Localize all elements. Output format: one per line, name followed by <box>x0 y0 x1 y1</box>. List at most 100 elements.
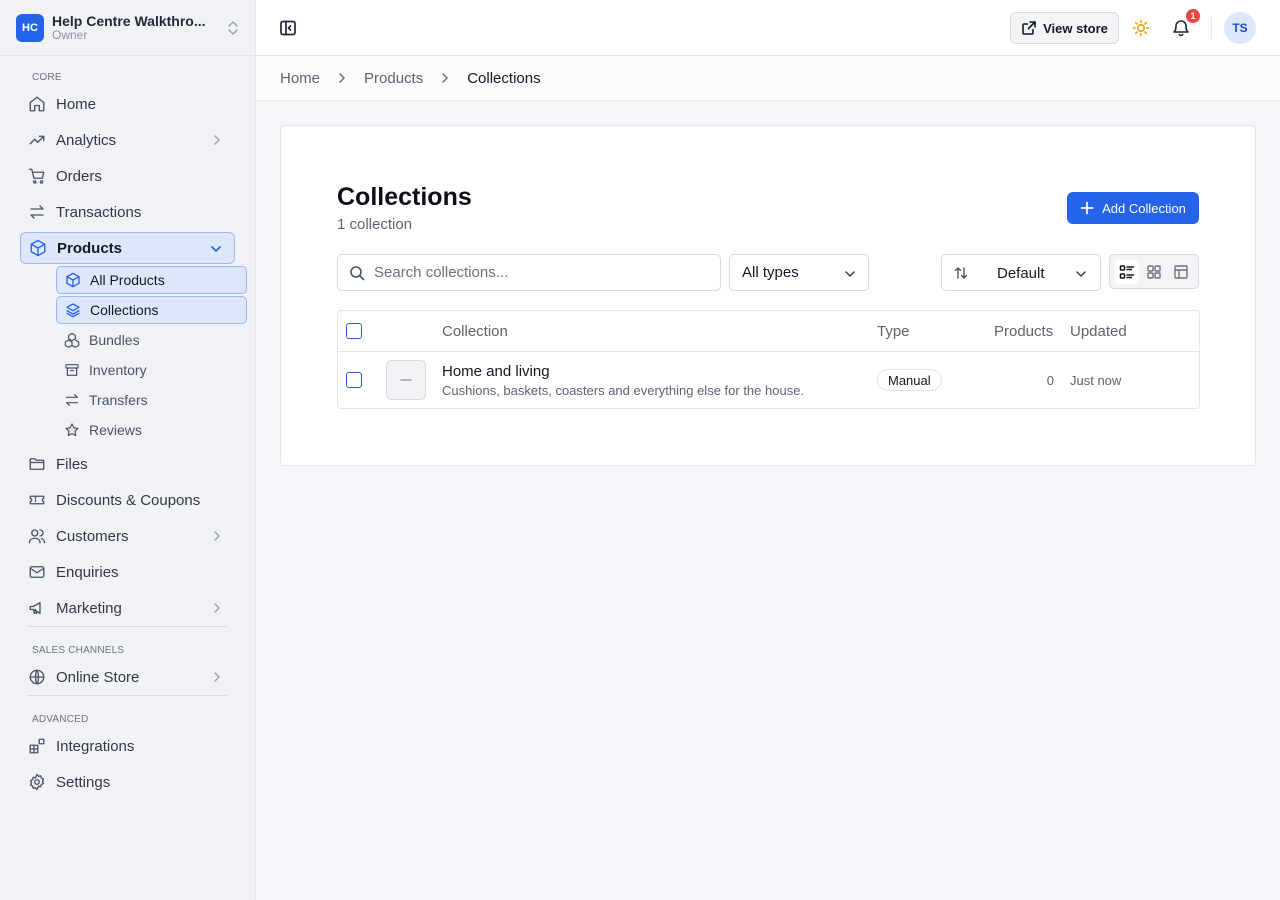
sidebar-subitem-label: All Products <box>90 272 165 288</box>
view-store-button[interactable]: View store <box>1010 12 1119 44</box>
sidebar-item-label: Orders <box>56 167 102 185</box>
column-header-type[interactable]: Type <box>877 323 910 340</box>
sidebar-item-products[interactable]: Products <box>20 232 235 264</box>
archive-icon <box>65 364 79 376</box>
sidebar-subitem-label: Collections <box>90 302 159 318</box>
store-switcher[interactable]: HC Help Centre Walkthro... Owner <box>16 8 244 48</box>
boxes-icon <box>64 332 80 348</box>
sidebar-subitem-label: Inventory <box>89 362 147 378</box>
chevron-up-down-icon <box>226 20 240 36</box>
grid-view-icon[interactable] <box>1142 260 1166 284</box>
trending-up-icon <box>29 135 45 145</box>
cart-icon <box>28 168 45 184</box>
sidebar-item-files[interactable]: Files <box>20 448 235 480</box>
sidebar-subitem-reviews[interactable]: Reviews <box>56 416 247 444</box>
sidebar-item-label: Marketing <box>56 599 122 617</box>
arrows-left-right-icon <box>30 205 44 219</box>
search-input[interactable] <box>374 264 694 281</box>
avatar[interactable]: TS <box>1224 12 1256 44</box>
sidebar-subitem-collections[interactable]: Collections <box>56 296 247 324</box>
arrows-left-right-icon <box>66 394 78 406</box>
topbar: View store 1 TS <box>256 0 1280 56</box>
sidebar-item-discounts[interactable]: Discounts & Coupons <box>20 484 235 516</box>
column-header-products[interactable]: Products <box>994 323 1053 340</box>
sidebar-subitem-inventory[interactable]: Inventory <box>56 356 247 384</box>
search-field <box>337 254 721 291</box>
chevron-right-icon <box>214 603 221 613</box>
chevron-right-icon <box>214 531 221 541</box>
layers-icon <box>66 303 80 318</box>
sidebar-subitem-label: Reviews <box>89 422 142 438</box>
sidebar-item-enquiries[interactable]: Enquiries <box>20 556 235 588</box>
collection-name[interactable]: Home and living <box>442 363 550 380</box>
package-icon <box>66 272 80 288</box>
collections-table: Collection Type Products Updated Home an… <box>337 310 1200 409</box>
sort-select[interactable]: Default <box>941 254 1101 291</box>
users-icon <box>28 529 46 544</box>
sidebar-subitem-label: Bundles <box>89 332 140 348</box>
sidebar-subitem-transfers[interactable]: Transfers <box>56 386 247 414</box>
page-title: Collections <box>337 183 472 211</box>
view-store-label: View store <box>1043 20 1108 36</box>
sidebar-item-label: Products <box>57 239 123 257</box>
sidebar-subitem-bundles[interactable]: Bundles <box>56 326 247 354</box>
select-all-checkbox[interactable] <box>346 323 362 339</box>
table-row[interactable]: Home and living Cushions, baskets, coast… <box>338 352 1199 408</box>
star-icon <box>65 423 79 437</box>
table-header: Collection Type Products Updated <box>338 311 1199 352</box>
sidebar-item-home[interactable]: Home <box>20 88 235 120</box>
chevron-down-icon <box>845 271 855 278</box>
sidebar-subitem-all-products[interactable]: All Products <box>56 266 247 294</box>
breadcrumb-products[interactable]: Products <box>364 70 423 87</box>
sidebar-item-label: Settings <box>56 773 111 791</box>
gear-icon <box>29 773 45 791</box>
sidebar: HC Help Centre Walkthro... Owner CORE Ho… <box>0 0 256 900</box>
sort-value: Default <box>997 265 1045 282</box>
sidebar-item-label: Customers <box>56 527 129 545</box>
sidebar-toggle-icon[interactable] <box>278 18 298 38</box>
add-collection-label: Add Collection <box>1102 200 1186 216</box>
chevron-right-icon <box>214 135 221 145</box>
sidebar-item-label: Enquiries <box>56 563 119 581</box>
breadcrumb-home[interactable]: Home <box>280 70 320 87</box>
sidebar-item-label: Discounts & Coupons <box>56 491 201 509</box>
sort-arrows-icon <box>954 267 968 279</box>
sidebar-item-orders[interactable]: Orders <box>20 160 235 192</box>
sidebar-item-integrations[interactable]: Integrations <box>20 730 235 762</box>
sidebar-item-settings[interactable]: Settings <box>20 766 235 798</box>
sidebar-item-marketing[interactable]: Marketing <box>20 592 235 624</box>
section-label-advanced: ADVANCED <box>32 714 89 725</box>
row-checkbox[interactable] <box>346 372 362 388</box>
sidebar-item-analytics[interactable]: Analytics <box>20 124 235 156</box>
chevron-down-icon <box>1076 271 1086 278</box>
chevron-down-icon <box>211 246 221 253</box>
sun-icon[interactable] <box>1131 18 1151 38</box>
breadcrumb: Home Products Collections <box>256 56 1280 101</box>
updated-time: Just now <box>1070 373 1122 388</box>
breadcrumb-current: Collections <box>467 69 541 87</box>
mail-icon <box>29 566 45 578</box>
add-collection-button[interactable]: Add Collection <box>1067 192 1199 224</box>
collection-thumbnail <box>386 360 426 400</box>
chevron-right-icon <box>214 672 221 682</box>
type-badge: Manual <box>877 369 942 391</box>
store-logo: HC <box>16 14 44 42</box>
sidebar-item-customers[interactable]: Customers <box>20 520 235 552</box>
column-header-updated[interactable]: Updated <box>1070 323 1127 340</box>
sidebar-item-label: Online Store <box>56 668 140 686</box>
table-view-icon[interactable] <box>1169 260 1193 284</box>
sidebar-item-label: Home <box>56 95 97 113</box>
package-icon <box>30 239 46 257</box>
notification-badge: 1 <box>1186 9 1200 23</box>
divider <box>28 626 227 627</box>
home-icon <box>29 96 45 112</box>
type-filter-select[interactable]: All types <box>729 254 869 291</box>
dash-icon <box>400 379 412 381</box>
sidebar-item-transactions[interactable]: Transactions <box>20 196 235 228</box>
store-role: Owner <box>52 28 88 43</box>
collection-description: Cushions, baskets, coasters and everythi… <box>442 383 805 398</box>
list-view-icon[interactable] <box>1115 259 1140 284</box>
column-header-collection[interactable]: Collection <box>442 323 508 340</box>
sidebar-item-online-store[interactable]: Online Store <box>20 661 235 693</box>
divider <box>1211 17 1212 39</box>
